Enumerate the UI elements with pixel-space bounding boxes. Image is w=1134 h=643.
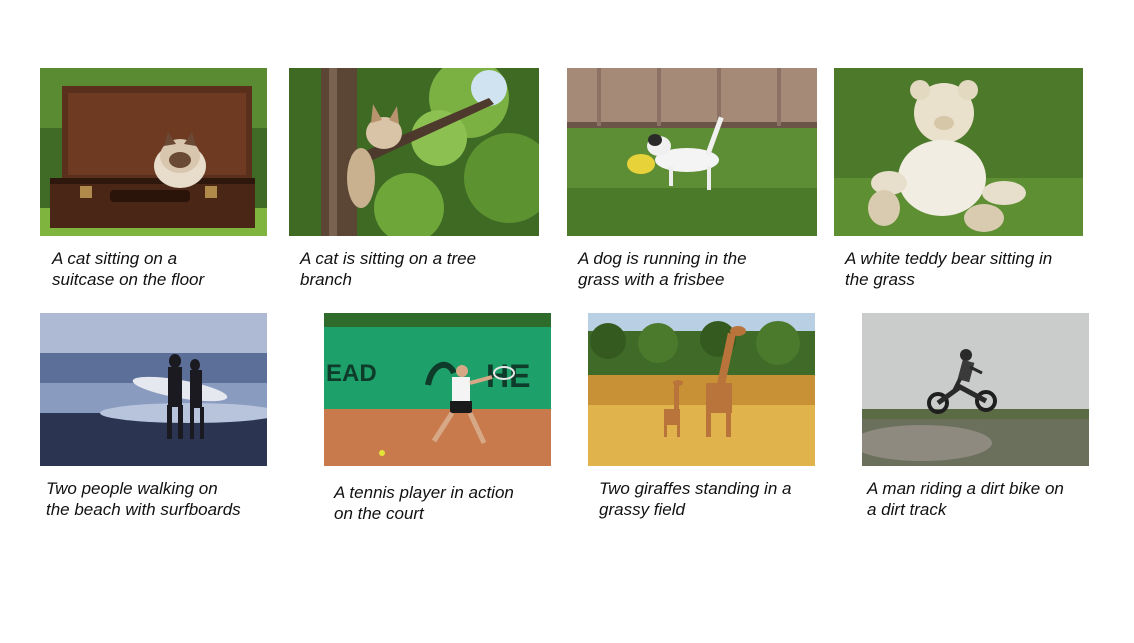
caption-dog-frisbee: A dog is running in the grass with a fri… [578,249,747,289]
teddy-bear-photo [834,68,1083,236]
surfers-beach-photo [40,313,267,466]
giraffes-photo [588,313,815,466]
caption-teddy-bear: A white teddy bear sitting in the grass [845,249,1053,289]
caption-surfers-beach: Two people walking on the beach with sur… [46,479,241,519]
caption-cat-tree: A cat is sitting on a tree branch [300,249,477,289]
banner-right-text: HE [486,358,530,394]
tennis-player-photo: EAD HE [324,313,551,466]
caption-tennis-player: A tennis player in action on the court [334,483,514,523]
caption-cat-suitcase: A cat sitting on a suitcase on the floor [52,249,205,289]
dog-frisbee-photo [567,68,817,236]
cat-tree-photo [289,68,539,236]
caption-dirt-bike: A man riding a dirt bike on a dirt track [867,479,1064,519]
banner-left-text: EAD [326,360,377,387]
cat-suitcase-photo [40,68,267,236]
caption-giraffes: Two giraffes standing in a grassy field [599,479,792,519]
dirt-bike-photo [862,313,1089,466]
